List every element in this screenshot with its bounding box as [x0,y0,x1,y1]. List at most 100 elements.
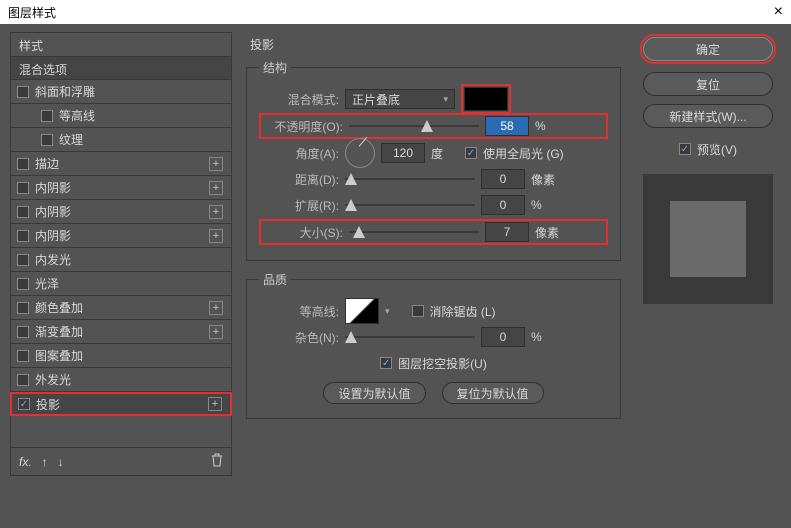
ok-button[interactable]: 确定 [643,37,773,61]
angle-dial[interactable] [345,138,375,168]
cancel-button[interactable]: 复位 [643,72,773,96]
style-row-8[interactable]: 光泽 [10,272,232,296]
style-checkbox[interactable] [17,254,29,266]
style-row-5[interactable]: 内阴影 + [10,200,232,224]
opacity-slider[interactable] [349,119,479,133]
opacity-label: 不透明度(O): [263,118,343,135]
add-icon[interactable]: + [209,325,223,339]
dialog-buttons: 确定 复位 新建样式(W)... 预览(V) [635,32,781,476]
opacity-input[interactable]: 58 [485,116,529,136]
style-label: 纹理 [59,131,83,148]
style-row-11[interactable]: 图案叠加 [10,344,232,368]
style-row-1[interactable]: 等高线 [10,104,232,128]
style-checkbox[interactable] [17,374,29,386]
contour-picker[interactable] [345,298,379,324]
style-row-10[interactable]: 渐变叠加+ [10,320,232,344]
style-label: 斜面和浮雕 [35,83,95,100]
new-style-button[interactable]: 新建样式(W)... [643,104,773,128]
style-label: 光泽 [35,275,59,292]
knockout-label: 图层挖空投影(U) [398,355,487,372]
preview-thumbnail [643,174,773,304]
spread-input[interactable]: 0 [481,195,525,215]
style-label: 图案叠加 [35,347,83,364]
color-swatch[interactable] [464,87,508,111]
chevron-down-icon: ▾ [443,94,448,105]
noise-slider[interactable] [345,330,475,344]
noise-unit: % [531,330,559,344]
styles-heading[interactable]: 样式 [10,32,232,56]
preview-label: 预览(V) [697,141,737,158]
style-checkbox[interactable] [17,350,29,362]
noise-input[interactable]: 0 [481,327,525,347]
styles-footer: fx. ↑ ↓ [10,448,232,476]
close-icon[interactable]: × [774,3,783,21]
style-row-12[interactable]: 外发光 [10,368,232,392]
spread-unit: % [531,198,559,212]
add-icon[interactable]: + [209,301,223,315]
knockout-checkbox[interactable] [380,357,392,369]
distance-label: 距离(D): [259,171,339,188]
style-row-7[interactable]: 内发光 [10,248,232,272]
style-label: 投影 [36,396,60,413]
angle-label: 角度(A): [259,145,339,162]
style-checkbox[interactable] [17,158,29,170]
style-row-2[interactable]: 纹理 [10,128,232,152]
contour-label: 等高线: [259,303,339,320]
spread-label: 扩展(R): [259,197,339,214]
reset-default-button[interactable]: 复位为默认值 [442,382,544,404]
antialias-label: 消除锯齿 (L) [430,303,496,320]
panel-title: 投影 [246,34,621,59]
add-icon[interactable]: + [209,229,223,243]
size-input[interactable]: 7 [485,222,529,242]
style-row-0[interactable]: 斜面和浮雕 [10,80,232,104]
style-checkbox[interactable] [17,206,29,218]
blendmode-select[interactable]: 正片叠底▾ [345,89,455,109]
style-row-9[interactable]: 颜色叠加+ [10,296,232,320]
quality-legend: 品质 [259,271,291,288]
make-default-button[interactable]: 设置为默认值 [323,382,425,404]
structure-group: 结构 混合模式: 正片叠底▾ 不透明度(O): 58 % 角度(A): 120 … [246,59,621,261]
style-checkbox[interactable] [17,278,29,290]
style-label: 内阴影 [35,203,71,220]
style-row-13[interactable]: 投影 + [10,392,232,416]
style-checkbox[interactable] [41,110,53,122]
settings-panel: 投影 结构 混合模式: 正片叠底▾ 不透明度(O): 58 % 角度(A): 1… [240,32,627,476]
size-label: 大小(S): [263,224,343,241]
chevron-down-icon[interactable]: ▾ [385,306,390,317]
size-slider[interactable] [349,225,479,239]
preview-checkbox[interactable] [679,143,691,155]
global-light-checkbox[interactable] [465,147,477,159]
arrow-down-icon[interactable]: ↓ [58,455,64,469]
trash-icon[interactable] [211,453,223,470]
opacity-unit: % [535,119,563,133]
spread-slider[interactable] [345,198,475,212]
distance-input[interactable]: 0 [481,169,525,189]
style-checkbox[interactable] [17,182,29,194]
add-icon[interactable]: + [209,181,223,195]
blend-options[interactable]: 混合选项 [10,56,232,80]
arrow-up-icon[interactable]: ↑ [42,455,48,469]
style-label: 描边 [35,155,59,172]
title-bar: 图层样式 × [0,0,791,24]
style-checkbox[interactable] [17,302,29,314]
style-checkbox[interactable] [17,326,29,338]
size-unit: 像素 [535,224,563,241]
noise-label: 杂色(N): [259,329,339,346]
add-icon[interactable]: + [209,205,223,219]
style-checkbox[interactable] [17,230,29,242]
antialias-checkbox[interactable] [412,305,424,317]
style-checkbox[interactable] [18,398,30,410]
distance-slider[interactable] [345,172,475,186]
window-title: 图层样式 [8,4,56,21]
add-icon[interactable]: + [209,157,223,171]
style-row-3[interactable]: 描边 + [10,152,232,176]
style-row-4[interactable]: 内阴影+ [10,176,232,200]
fx-icon[interactable]: fx. [19,455,32,469]
quality-group: 品质 等高线: ▾ 消除锯齿 (L) 杂色(N): 0 % 图层挖空投影(U) … [246,271,621,419]
add-icon[interactable]: + [208,397,222,411]
global-light-label: 使用全局光 (G) [483,145,564,162]
style-row-6[interactable]: 内阴影+ [10,224,232,248]
style-checkbox[interactable] [17,86,29,98]
angle-input[interactable]: 120 [381,143,425,163]
style-checkbox[interactable] [41,134,53,146]
